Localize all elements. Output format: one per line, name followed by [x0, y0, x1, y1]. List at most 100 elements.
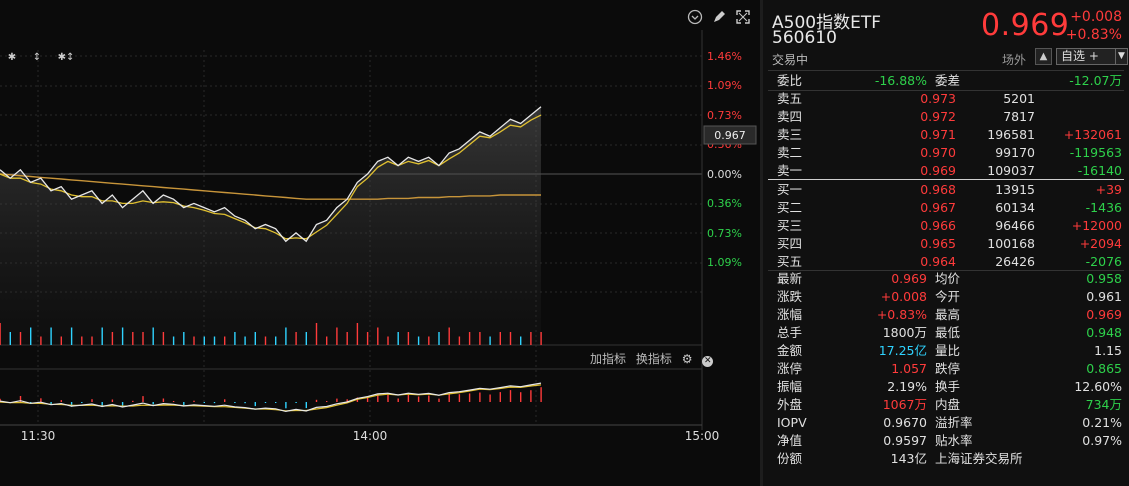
price-change: +0.008 +0.83% — [1066, 8, 1122, 44]
stat-label: 换手 — [935, 379, 961, 394]
volume-bar — [101, 327, 103, 345]
macd-bar — [336, 398, 338, 402]
level-delta: -119563 — [1069, 145, 1122, 160]
add-indicator-link[interactable]: 加指标 — [590, 352, 626, 366]
stat-value: 12.60% — [1074, 379, 1122, 394]
volume-bar — [448, 327, 450, 345]
level-volume: 109037 — [987, 163, 1035, 178]
level-price: 0.973 — [920, 91, 956, 106]
stat-value: 0.865 — [1086, 361, 1122, 376]
volume-bar — [387, 336, 389, 345]
level-label: 卖五 — [777, 91, 803, 106]
stat-value: 2.19% — [887, 379, 927, 394]
add-watchlist-button[interactable]: 自选 + — [1056, 48, 1120, 65]
macd-bar — [387, 394, 389, 402]
level-volume: 196581 — [987, 127, 1035, 142]
level-delta: +39 — [1095, 182, 1122, 197]
volume-bar — [244, 336, 246, 345]
macd-bar — [244, 402, 246, 404]
macd-bar — [417, 396, 420, 402]
stat-value: 0.9597 — [883, 433, 927, 448]
level-label: 卖四 — [777, 109, 803, 124]
volume-bar — [152, 327, 154, 345]
last-price: 0.969 — [981, 8, 1070, 43]
stat-value: 1.15 — [1094, 343, 1122, 358]
macd-bar — [81, 402, 83, 403]
volume-bar — [0, 323, 1, 345]
ask-row: 卖三 0.971 196581 +132061 — [777, 126, 1122, 144]
volume-bar — [520, 336, 522, 345]
macd-bar — [254, 402, 256, 407]
stat-label: 贴水率 — [935, 433, 973, 448]
level-label: 买五 — [777, 254, 803, 269]
stat-label: 量比 — [935, 343, 961, 358]
price-area-fill — [0, 106, 541, 345]
volume-bar — [377, 327, 379, 345]
pct-tick-label: 0.36% — [707, 197, 742, 210]
pct-tick-label: 1.09% — [707, 79, 742, 92]
stat-label: 今开 — [935, 289, 961, 304]
change-value: +0.008 — [1070, 9, 1122, 25]
alert-bell-icon[interactable]: ▲ — [1035, 48, 1052, 65]
level-price: 0.971 — [920, 127, 956, 142]
macd-bar — [142, 396, 144, 402]
stat-value: 0.961 — [1086, 289, 1122, 304]
settings-gear-icon[interactable]: ⚙ — [682, 352, 693, 366]
chart-canvas: ✱↕✱↕ 1.46%1.09%0.73%0.36%0.00%0.36%0.73%… — [0, 30, 757, 443]
bid-row: 买三 0.966 96466 +12000 — [777, 217, 1122, 235]
level-volume: 13915 — [995, 182, 1035, 197]
stat-value: 1.057 — [891, 361, 927, 376]
level-delta: -2076 — [1085, 254, 1122, 269]
macd-bar — [162, 398, 165, 402]
level-volume: 96466 — [995, 218, 1035, 233]
change-percent: +0.83% — [1065, 27, 1122, 43]
level-volume: 5201 — [1003, 91, 1035, 106]
level-price: 0.967 — [920, 200, 956, 215]
level-delta: -1436 — [1085, 200, 1122, 215]
pct-tick-label: 0.73% — [707, 109, 742, 122]
macd-bar — [499, 392, 501, 402]
stats-row: 外盘 1067万 内盘 734万 — [777, 396, 1122, 414]
watchlist-dropdown-icon[interactable]: ▼ — [1115, 48, 1128, 65]
macd-bar — [60, 400, 62, 402]
level-label: 买四 — [777, 236, 803, 251]
stat-label: 跌停 — [935, 361, 961, 376]
volume-bar — [509, 332, 512, 345]
macd-bar — [326, 401, 328, 402]
volume-bar — [224, 336, 226, 345]
event-marker: ↕ — [33, 52, 41, 63]
volume-bar — [9, 332, 11, 345]
close-icon[interactable]: ✕ — [702, 356, 714, 367]
trading-status: 交易中 — [772, 53, 809, 67]
volume-bar — [428, 336, 430, 345]
volume-bar — [132, 332, 134, 345]
bid-row: 买五 0.964 26426 -2076 — [777, 253, 1122, 271]
bid-row: 买一 0.968 13915 +39 — [777, 181, 1122, 199]
volume-bar — [40, 336, 42, 345]
stat-value: 0.948 — [1086, 325, 1122, 340]
level-delta: +2094 — [1079, 236, 1122, 251]
event-marker: ✱↕ — [58, 52, 75, 63]
macd-bar — [479, 392, 481, 402]
stat-value: +0.008 — [880, 289, 927, 304]
intraday-chart-panel: ✱↕✱↕ 1.46%1.09%0.73%0.36%0.00%0.36%0.73%… — [0, 0, 760, 486]
level-volume: 100168 — [987, 236, 1035, 251]
level-label: 买一 — [777, 182, 803, 197]
event-marker: ✱ — [8, 52, 16, 63]
volume-bar — [397, 332, 399, 345]
volume-bar — [479, 332, 481, 345]
switch-indicator-link[interactable]: 换指标 — [636, 352, 672, 366]
volume-bar — [356, 323, 359, 345]
macd-bar — [264, 402, 267, 403]
macd-bar — [448, 393, 450, 402]
level-delta: +132061 — [1063, 127, 1122, 142]
macd-bar — [91, 399, 93, 402]
macd-bar — [315, 399, 318, 402]
level-label: 卖三 — [777, 127, 803, 142]
volume-bar — [234, 332, 236, 345]
stat-label: 涨幅 — [777, 307, 803, 322]
volume-bar — [366, 332, 369, 345]
ask-row: 卖五 0.973 5201 — [777, 90, 1122, 108]
venue-label: 场外 — [1002, 53, 1027, 67]
level-label: 买三 — [777, 218, 803, 233]
